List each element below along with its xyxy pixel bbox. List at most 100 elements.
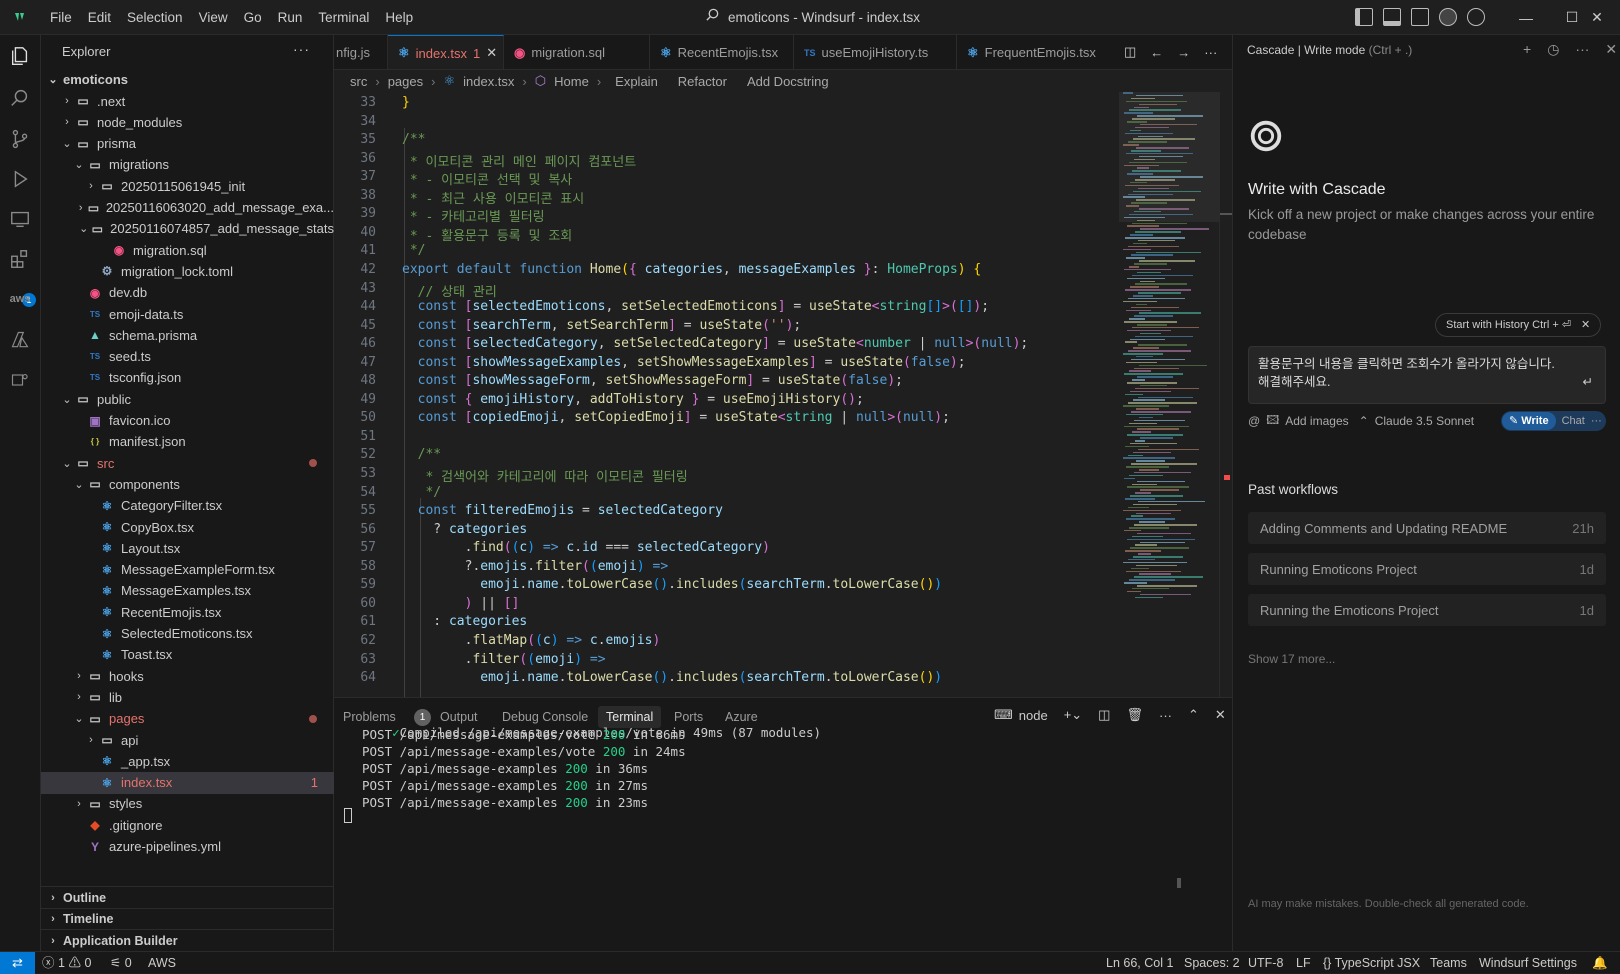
problems-indicator[interactable]: ⓧ 1 ⚠ 0: [42, 952, 91, 974]
section-outline[interactable]: › Outline: [41, 886, 334, 908]
split-editor-icon[interactable]: ◫: [1124, 44, 1136, 60]
refactor-action[interactable]: Refactor: [678, 74, 727, 89]
cascade-input[interactable]: 활용문구의 내용을 클릭하면 조회수가 올라가지 않습니다. 해결해주세요. ↵: [1248, 346, 1606, 404]
teams-status[interactable]: Teams: [1430, 952, 1467, 974]
ports-indicator[interactable]: ⚟ 0: [110, 952, 132, 974]
tree-item[interactable]: ⚛ Layout.tsx: [41, 537, 334, 559]
encoding[interactable]: UTF-8: [1248, 952, 1283, 974]
code-editor[interactable]: 3233}3435/**36 * 이모티콘 관리 메인 페이지 컴포넌트37 *…: [334, 92, 1119, 697]
line-ending[interactable]: LF: [1296, 952, 1311, 974]
tree-item[interactable]: › ▭ hooks: [41, 665, 334, 687]
tree-item[interactable]: ⚛ CopyBox.tsx: [41, 516, 334, 538]
chat-mode-button[interactable]: Chat: [1562, 415, 1585, 427]
more-actions-icon[interactable]: ···: [1575, 41, 1589, 58]
go-back-icon[interactable]: ←: [1150, 45, 1163, 60]
section-application-builder[interactable]: › Application Builder: [41, 929, 334, 951]
go-forward-icon[interactable]: →: [1177, 45, 1190, 60]
menu-terminal[interactable]: Terminal: [310, 0, 377, 35]
tree-item[interactable]: ⌄ ▭ components: [41, 473, 334, 495]
menu-view[interactable]: View: [191, 0, 236, 35]
close-cascade-icon[interactable]: ✕: [1605, 41, 1617, 58]
write-mode-button[interactable]: ✎ Write: [1502, 412, 1556, 430]
window-title-text[interactable]: emoticons - Windsurf - index.tsx: [728, 0, 920, 35]
new-conversation-icon[interactable]: +: [1523, 41, 1531, 58]
search-icon[interactable]: [705, 0, 720, 35]
mention-icon[interactable]: @: [1248, 414, 1260, 428]
tree-item[interactable]: ⚛ _app.tsx: [41, 750, 334, 772]
tree-item[interactable]: TS tsconfig.json: [41, 367, 334, 389]
tree-item[interactable]: › ▭ node_modules: [41, 111, 334, 133]
menu-run[interactable]: Run: [270, 0, 311, 35]
customize-layout-icon[interactable]: [1411, 8, 1429, 26]
minimap-slider[interactable]: [1119, 92, 1219, 222]
minimize-button[interactable]: —: [1503, 0, 1549, 35]
tree-item[interactable]: ⌄ ▭ src: [41, 452, 334, 474]
tree-item[interactable]: ⚛ Toast.tsx: [41, 644, 334, 666]
cascade-toggle-icon[interactable]: [1439, 8, 1457, 26]
tree-item[interactable]: ⌄ ▭ public: [41, 388, 334, 410]
editor-tab[interactable]: nfig.js: [334, 35, 388, 69]
close-tab-icon[interactable]: ✕: [486, 45, 497, 61]
menu-help[interactable]: Help: [377, 0, 421, 35]
cursor-position[interactable]: Ln 66, Col 1: [1106, 952, 1173, 974]
editor-tab[interactable]: ◉ migration.sql: [504, 35, 650, 69]
close-window-button[interactable]: ✕: [1574, 0, 1620, 35]
close-panel-icon[interactable]: ✕: [1215, 707, 1226, 723]
remote-indicator[interactable]: ⇄: [0, 952, 35, 974]
workspace-root[interactable]: ⌄ emoticons: [41, 68, 334, 90]
language-mode[interactable]: {} TypeScript JSX: [1323, 952, 1420, 974]
account-icon[interactable]: [1467, 8, 1485, 26]
tree-item[interactable]: ◉ dev.db: [41, 282, 334, 304]
add-images-button[interactable]: Add images: [1285, 414, 1348, 428]
tree-item[interactable]: ⚙ migration_lock.toml: [41, 260, 334, 282]
add-docstring-action[interactable]: Add Docstring: [747, 74, 829, 89]
terminal-scrollbar[interactable]: [1177, 878, 1181, 888]
azure-icon[interactable]: [8, 328, 32, 352]
editor-tab[interactable]: ⚛ FrequentEmojis.tsx: [957, 35, 1117, 69]
extensions-icon[interactable]: [8, 247, 32, 271]
tree-item[interactable]: ⚛ CategoryFilter.tsx: [41, 495, 334, 517]
more-actions-icon[interactable]: ···: [1159, 708, 1172, 723]
more-actions-icon[interactable]: ···: [1591, 415, 1602, 427]
remote-explorer-icon[interactable]: [8, 207, 32, 231]
enter-icon[interactable]: ↵: [1583, 373, 1593, 391]
search-icon[interactable]: [8, 86, 32, 110]
breadcrumb-pages[interactable]: pages: [388, 74, 423, 89]
breadcrumb-src[interactable]: src: [350, 74, 367, 89]
close-icon[interactable]: ✕: [1581, 314, 1590, 336]
maximize-panel-icon[interactable]: ⌃: [1188, 707, 1199, 723]
tree-item[interactable]: ⚛ MessageExamples.tsx: [41, 580, 334, 602]
tree-item[interactable]: ◆ .gitignore: [41, 814, 334, 836]
tree-item[interactable]: ◉ migration.sql: [41, 239, 334, 261]
tree-item[interactable]: ⌄ ▭ pages: [41, 708, 334, 730]
tree-item[interactable]: ⚛ SelectedEmoticons.tsx: [41, 623, 334, 645]
tree-item[interactable]: TS emoji-data.ts: [41, 303, 334, 325]
editor-tab[interactable]: ⚛ index.tsx 1 ✕: [388, 35, 504, 69]
menu-selection[interactable]: Selection: [119, 0, 191, 35]
menu-edit[interactable]: Edit: [80, 0, 119, 35]
tree-item[interactable]: ▣ favicon.ico: [41, 410, 334, 432]
more-actions-icon[interactable]: ···: [1204, 45, 1217, 60]
section-timeline[interactable]: › Timeline: [41, 907, 334, 930]
breadcrumb-symbol[interactable]: Home: [554, 74, 589, 89]
tree-item[interactable]: ⌄ ▭ 20250116074857_add_message_stats: [41, 218, 334, 240]
aws-status[interactable]: AWS: [148, 952, 176, 974]
toggle-panel-icon[interactable]: [1383, 8, 1401, 26]
kill-terminal-icon[interactable]: 🗑: [1126, 707, 1143, 723]
editor-tab[interactable]: TS useEmojiHistory.ts: [794, 35, 957, 69]
toggle-primary-sidebar-icon[interactable]: [1355, 8, 1373, 26]
workflow-item[interactable]: Adding Comments and Updating README 21h: [1248, 512, 1606, 544]
split-terminal-icon[interactable]: ◫: [1098, 707, 1110, 723]
start-with-history-button[interactable]: Start with History Ctrl + ⏎ ✕: [1435, 313, 1602, 337]
run-debug-icon[interactable]: [8, 167, 32, 191]
image-icon[interactable]: 🖾: [1266, 411, 1279, 432]
tree-item[interactable]: › ▭ api: [41, 729, 334, 751]
menu-go[interactable]: Go: [236, 0, 270, 35]
new-terminal-icon[interactable]: +⌄: [1064, 707, 1082, 723]
teams-icon[interactable]: [8, 368, 32, 392]
explain-action[interactable]: Explain: [615, 74, 658, 89]
source-control-icon[interactable]: [8, 127, 32, 151]
terminal-shell-name[interactable]: node: [1019, 708, 1048, 723]
tree-item[interactable]: ⚛ index.tsx 1: [41, 771, 334, 794]
aws-icon[interactable]: aws: [8, 287, 32, 311]
